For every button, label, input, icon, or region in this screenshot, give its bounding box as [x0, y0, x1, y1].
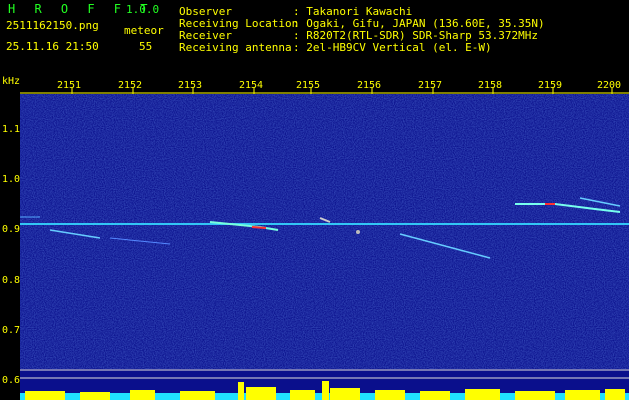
info-label-antenna: Receiving antenna: [179, 41, 292, 54]
noise-texture: [20, 94, 629, 369]
count-label: meteor: [124, 24, 164, 37]
date-time: 25.11.16 21:50: [6, 40, 99, 53]
info-value-antenna: : 2el-HB9CV Vertical (el. E-W): [293, 41, 492, 54]
y-tick-label: 0.6: [1, 375, 20, 386]
y-tick-label: 0.8: [1, 275, 20, 286]
y-tick-label: 1.1: [1, 124, 20, 135]
y-tick-label: 0.9: [1, 224, 20, 235]
y-tick-label: 0.7: [1, 325, 20, 336]
echo-highlight: [251, 226, 267, 229]
y-tick-label: 1.0: [1, 174, 20, 185]
level-strip: [20, 369, 629, 400]
header-panel: H R O F F T 1.0.0 2511162150.png meteor …: [0, 0, 629, 74]
top-tick-marks: [20, 88, 629, 94]
app-version: 1.0.0: [126, 3, 160, 16]
count-value: 55: [139, 40, 153, 53]
spectrogram: [20, 94, 629, 369]
file-name: 2511162150.png: [6, 19, 99, 32]
echo-point: [356, 230, 360, 234]
